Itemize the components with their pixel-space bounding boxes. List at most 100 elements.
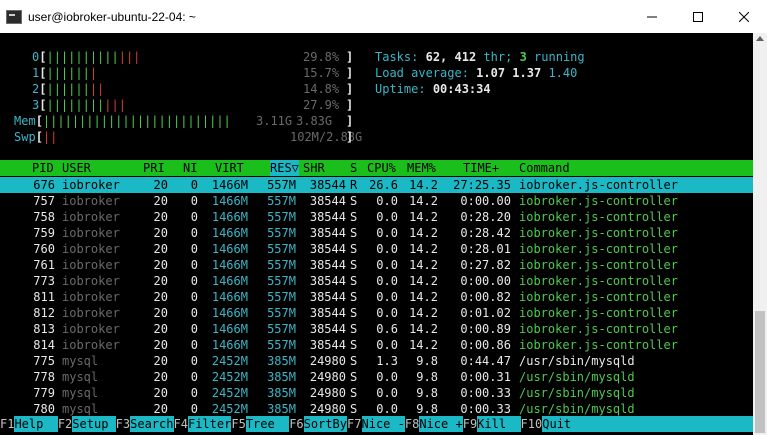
column-header-virt[interactable]: VIRT [215, 160, 244, 176]
process-cmd: iobroker.js-controller [519, 290, 678, 304]
vertical-scrollbar[interactable] [753, 33, 767, 435]
process-user: iobroker [62, 194, 120, 208]
scrollbar-thumb[interactable] [755, 311, 765, 433]
process-cmd: iobroker.js-controller [519, 274, 678, 288]
process-s: S [350, 290, 358, 304]
process-virt: 1466M [211, 274, 248, 288]
fkey-label-f7[interactable]: Nice - [361, 416, 405, 432]
process-pri: 20 [153, 226, 168, 240]
scroll-up-icon[interactable] [756, 36, 764, 41]
fkey-label-f4[interactable]: Filter [187, 416, 232, 432]
meter-bracket: ] [346, 82, 354, 96]
process-row[interactable]: 757 iobroker 20 0 1466M 557M 38544 S 0.0 14.2 0:00… [0, 193, 753, 209]
cpu-meter-percent: 27.9% [303, 98, 340, 112]
process-ni: 0 [190, 290, 198, 304]
fkey-f7[interactable]: F7 [347, 416, 362, 432]
fkey-label-f2[interactable]: Setup [72, 416, 116, 432]
column-header-cmd[interactable]: Command [519, 160, 570, 176]
process-cpu: 0.0 [376, 242, 398, 256]
process-row[interactable]: 778 mysql 20 0 2452M 385M 24980 S 0.0 9.8 0:00.31 /… [0, 369, 753, 385]
minimize-button[interactable] [629, 0, 675, 33]
uptime-line: Uptime: 00:43:34 [375, 82, 491, 96]
process-row[interactable]: 773 iobroker 20 0 1466M 557M 38544 S 0.0 14.2 0:00… [0, 273, 753, 289]
process-row[interactable]: 812 iobroker 20 0 1466M 557M 38544 S 0.0 14.2 0:01… [0, 305, 753, 321]
process-row[interactable]: 780 mysql 20 0 2452M 385M 24980 S 0.0 9.8 0:00.33 /… [0, 401, 753, 417]
fkey-f5[interactable]: F5 [231, 416, 246, 432]
fkey-label-f1[interactable]: Help [14, 416, 58, 432]
column-header-s[interactable]: S [350, 160, 357, 176]
terminal-area[interactable]: 0[||||||||||||| 29.8%] 1[||||||| 15.7%] 2[||… [0, 33, 753, 435]
fkey-label-f6[interactable]: SortBy [303, 416, 348, 432]
process-row[interactable]: 676 iobroker 20 0 1466M 557M 38544 R 26.6 14.2 27:… [0, 177, 753, 193]
process-row[interactable]: 759 iobroker 20 0 1466M 557M 38544 S 0.0 14.2 0:28… [0, 225, 753, 241]
process-shr: 38544 [309, 178, 346, 192]
column-header-shr[interactable]: SHR [303, 160, 325, 176]
maximize-button[interactable] [675, 0, 721, 33]
process-time: 0:00.86 [460, 338, 511, 352]
fkey-f2[interactable]: F2 [57, 416, 73, 432]
process-pri: 20 [153, 210, 168, 224]
cpu-meter-percent: 14.8% [303, 82, 340, 96]
process-shr: 24980 [309, 386, 346, 400]
process-ni: 0 [190, 370, 198, 384]
process-ni: 0 [190, 322, 198, 336]
column-header-cpu[interactable]: CPU% [367, 160, 396, 176]
process-ni: 0 [190, 226, 198, 240]
column-header-res[interactable]: RES▽ [270, 160, 299, 176]
close-icon [739, 11, 749, 22]
window-title: user@iobroker-ubuntu-22-04: ~ [28, 9, 196, 24]
fkey-label-f3[interactable]: Search [130, 416, 174, 432]
swap-meter-bars: || [42, 130, 58, 144]
fkey-label-f5[interactable]: Tree [245, 416, 290, 432]
process-shr: 38544 [309, 290, 346, 304]
meter-bars-normal: |||||||| [46, 98, 105, 112]
process-shr: 24980 [309, 354, 346, 368]
meter-bracket: [ [35, 114, 43, 128]
process-user: iobroker [62, 274, 120, 288]
fkey-f3[interactable]: F3 [115, 416, 131, 432]
meter-bracket: ] [346, 114, 354, 128]
process-cpu: 0.0 [376, 194, 398, 208]
process-row[interactable]: 775 mysql 20 0 2452M 385M 24980 S 1.3 9.8 0:44.47 /… [0, 353, 753, 369]
process-row[interactable]: 813 iobroker 20 0 1466M 557M 38544 S 0.6 14.2 0:00… [0, 321, 753, 337]
process-pri: 20 [153, 354, 168, 368]
fkey-f4[interactable]: F4 [173, 416, 188, 432]
fkey-label-f9[interactable]: Kill [477, 416, 521, 432]
column-header-user[interactable]: USER [62, 160, 91, 176]
process-res: 385M [267, 354, 296, 368]
process-user: mysql [62, 370, 99, 384]
process-s: S [350, 322, 358, 336]
process-row[interactable]: 814 iobroker 20 0 1466M 557M 38544 S 0.0 14.2 0:00… [0, 337, 753, 353]
process-row[interactable]: 758 iobroker 20 0 1466M 557M 38544 S 0.0 14.2 0:28… [0, 209, 753, 225]
meter-bracket: ] [346, 98, 354, 112]
process-ni: 0 [190, 274, 198, 288]
process-user: iobroker [62, 338, 120, 352]
close-button[interactable] [721, 0, 767, 33]
process-row[interactable]: 779 mysql 20 0 2452M 385M 24980 S 0.0 9.8 0:00.33 /… [0, 385, 753, 401]
fkey-label-f10[interactable]: Quit [542, 416, 753, 432]
cpu-meter-3: 3[||||||||||| 27.9%] [32, 97, 354, 113]
fkey-f6[interactable]: F6 [289, 416, 304, 432]
process-mem: 14.2 [409, 306, 438, 320]
process-time: 0:00.89 [460, 322, 511, 336]
fkey-f9[interactable]: F9 [462, 416, 478, 432]
process-cpu: 0.0 [376, 274, 398, 288]
process-pri: 20 [153, 290, 168, 304]
fkey-f10[interactable]: F10 [520, 416, 543, 432]
column-header-ni[interactable]: NI [183, 160, 197, 176]
fkey-f8[interactable]: F8 [404, 416, 420, 432]
process-row[interactable]: 760 iobroker 20 0 1466M 557M 38544 S 0.0 14.2 0:28… [0, 241, 753, 257]
process-row[interactable]: 761 iobroker 20 0 1466M 557M 38544 S 0.0 14.2 0:27… [0, 257, 753, 273]
column-header-time[interactable]: TIME+ [463, 160, 499, 176]
mem-total: 3.83G [296, 114, 333, 128]
process-row[interactable]: 811 iobroker 20 0 1466M 557M 38544 S 0.0 14.2 0:00… [0, 289, 753, 305]
column-header-pri[interactable]: PRI [143, 160, 165, 176]
column-header-pid[interactable]: PID [32, 160, 54, 176]
column-header-mem[interactable]: MEM% [407, 160, 436, 176]
process-mem: 14.2 [409, 258, 438, 272]
fkey-label-f8[interactable]: Nice + [419, 416, 463, 432]
mem-used: 3.11G [256, 114, 293, 128]
process-virt: 1466M [211, 322, 248, 336]
process-mem: 9.8 [416, 354, 438, 368]
fkey-f1[interactable]: F1 [0, 416, 15, 432]
